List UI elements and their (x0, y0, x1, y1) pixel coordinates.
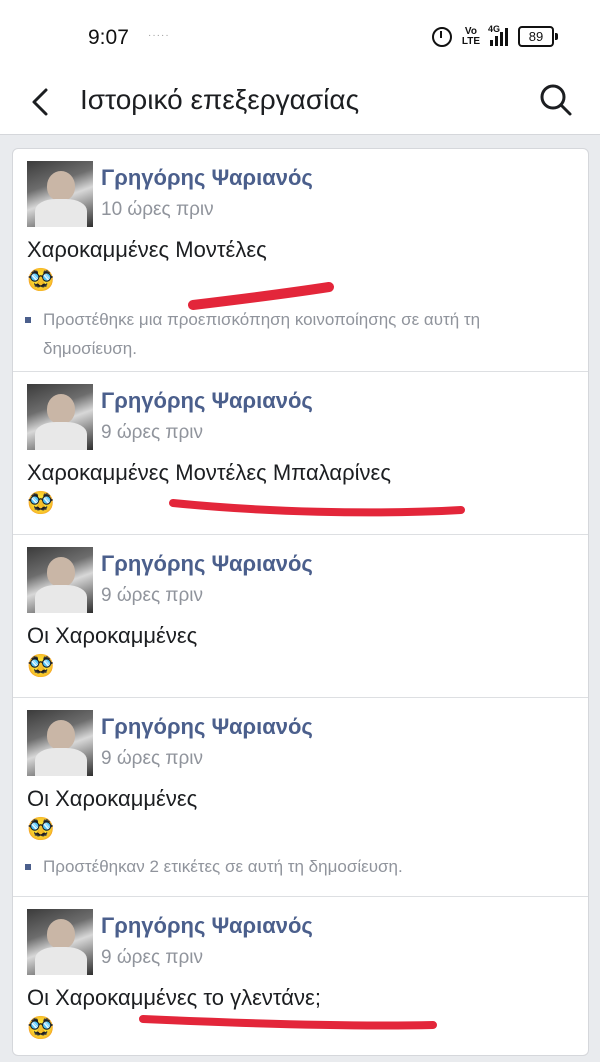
avatar[interactable] (27, 384, 93, 450)
timestamp: 9 ώρες πριν (101, 748, 204, 769)
post-text: Χαροκαμμένες Μοντέλες (27, 237, 267, 262)
status-bar: 9:07 ····· Vo LTE 4G 89 (0, 0, 600, 72)
network-type: 4G (488, 23, 501, 34)
post-text: Οι Χαροκαμμένες (27, 786, 198, 811)
author-name[interactable]: Γρηγόρης Ψαριανός (101, 714, 313, 740)
history-entry: Γρηγόρης Ψαριανός 9 ώρες πριν Οι Χαροκαμ… (13, 897, 588, 1055)
edit-history-list: Γρηγόρης Ψαριανός 10 ώρες πριν Χαροκαμμέ… (12, 148, 589, 1056)
page-title: Ιστορικό επεξεργασίας (80, 84, 360, 115)
signal-icon: 4G (488, 24, 508, 46)
status-time: 9:07 (88, 26, 129, 49)
disguise-emoji-icon: 🥸 (27, 490, 55, 515)
history-entry: Γρηγόρης Ψαριανός 9 ώρες πριν Οι Χαροκαμ… (13, 535, 588, 698)
back-button[interactable] (22, 82, 62, 122)
history-entry: Γρηγόρης Ψαριανός 9 ώρες πριν Οι Χαροκαμ… (13, 698, 588, 897)
search-icon (540, 84, 572, 116)
avatar[interactable] (27, 161, 93, 227)
author-name[interactable]: Γρηγόρης Ψαριανός (101, 165, 313, 191)
disguise-emoji-icon: 🥸 (27, 653, 55, 678)
alarm-icon (431, 26, 452, 47)
post-text: Οι Χαροκαμμένες το γλεντάνε; (27, 985, 321, 1010)
history-entry: Γρηγόρης Ψαριανός 9 ώρες πριν Χαροκαμμέν… (13, 372, 588, 535)
disguise-emoji-icon: 🥸 (27, 267, 55, 292)
edit-note: Προστέθηκε μια προεπισκόπηση κοινοποίηση… (25, 305, 573, 363)
avatar[interactable] (27, 710, 93, 776)
battery-icon: 89 (518, 26, 558, 47)
timestamp: 9 ώρες πριν (101, 947, 204, 968)
disguise-emoji-icon: 🥸 (27, 1015, 55, 1040)
timestamp: 9 ώρες πριν (101, 585, 204, 606)
volte-icon: Vo LTE (461, 25, 480, 47)
history-entry: Γρηγόρης Ψαριανός 10 ώρες πριν Χαροκαμμέ… (13, 149, 588, 372)
timestamp: 10 ώρες πριν (101, 199, 214, 220)
edit-note: Προστέθηκαν 2 ετικέτες σε αυτή τη δημοσί… (25, 852, 573, 881)
disguise-emoji-icon: 🥸 (27, 816, 55, 841)
post-text: Χαροκαμμένες Μοντέλες Μπαλαρίνες (27, 460, 391, 485)
post-text: Οι Χαροκαμμένες (27, 623, 198, 648)
author-name[interactable]: Γρηγόρης Ψαριανός (101, 551, 313, 577)
status-icons: Vo LTE 4G 89 (431, 24, 558, 47)
back-arrow-icon (32, 88, 48, 116)
search-button[interactable] (536, 80, 576, 120)
app-bar: Ιστορικό επεξεργασίας (0, 72, 600, 135)
author-name[interactable]: Γρηγόρης Ψαριανός (101, 388, 313, 414)
avatar[interactable] (27, 547, 93, 613)
avatar[interactable] (27, 909, 93, 975)
notification-dots: ····· (148, 30, 170, 41)
author-name[interactable]: Γρηγόρης Ψαριανός (101, 913, 313, 939)
timestamp: 9 ώρες πριν (101, 422, 204, 443)
